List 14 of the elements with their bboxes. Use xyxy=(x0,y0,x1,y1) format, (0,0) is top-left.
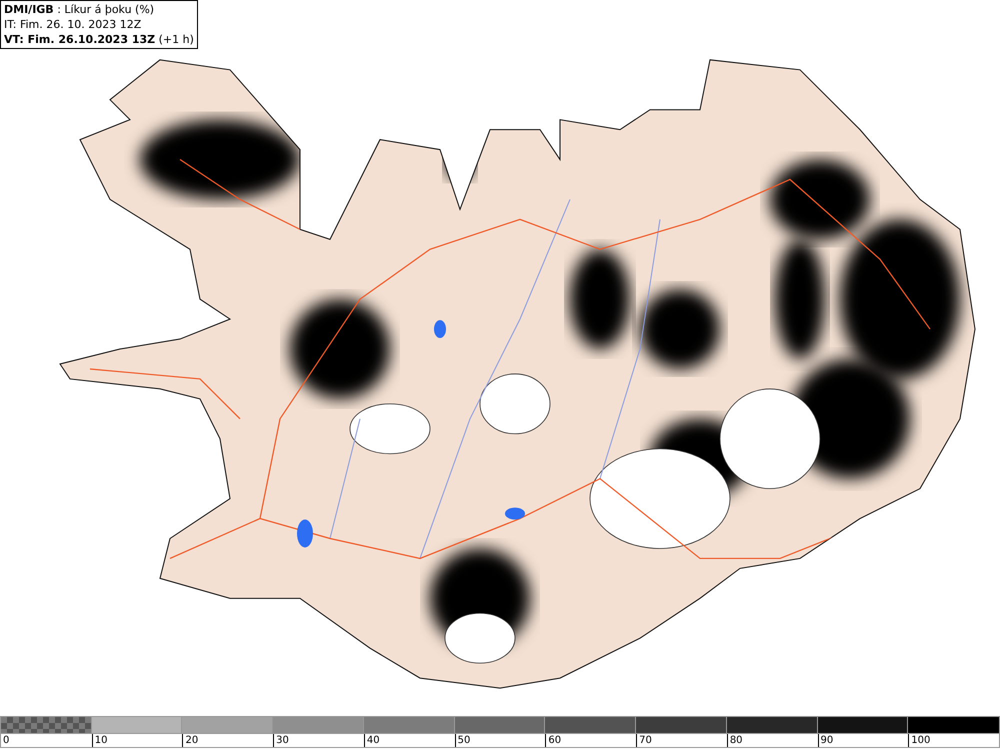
legend-tick-label: 90 xyxy=(820,735,834,746)
info-line: DMI/IGB : Líkur á þoku (%) xyxy=(4,2,156,17)
legend-tick-label: 60 xyxy=(548,735,562,746)
legend-tick-label: 30 xyxy=(276,735,289,746)
legend-tick-label: 50 xyxy=(458,735,470,746)
legend-tick-label: 40 xyxy=(366,735,380,746)
legend-tick-label: 100 xyxy=(911,735,930,746)
info-line: VT: Fim. 26.10.2023 13Z (+1 h) xyxy=(4,32,194,47)
legend-tick-label: 10 xyxy=(94,735,108,746)
legend-tick-label: 70 xyxy=(639,735,652,746)
legend-tick-label: 20 xyxy=(185,735,198,746)
legend-tick-label: 80 xyxy=(730,735,743,746)
legend-tick-label: 0 xyxy=(3,735,10,746)
info-line: IT: Fim. 26. 10. 2023 12Z xyxy=(4,17,142,32)
